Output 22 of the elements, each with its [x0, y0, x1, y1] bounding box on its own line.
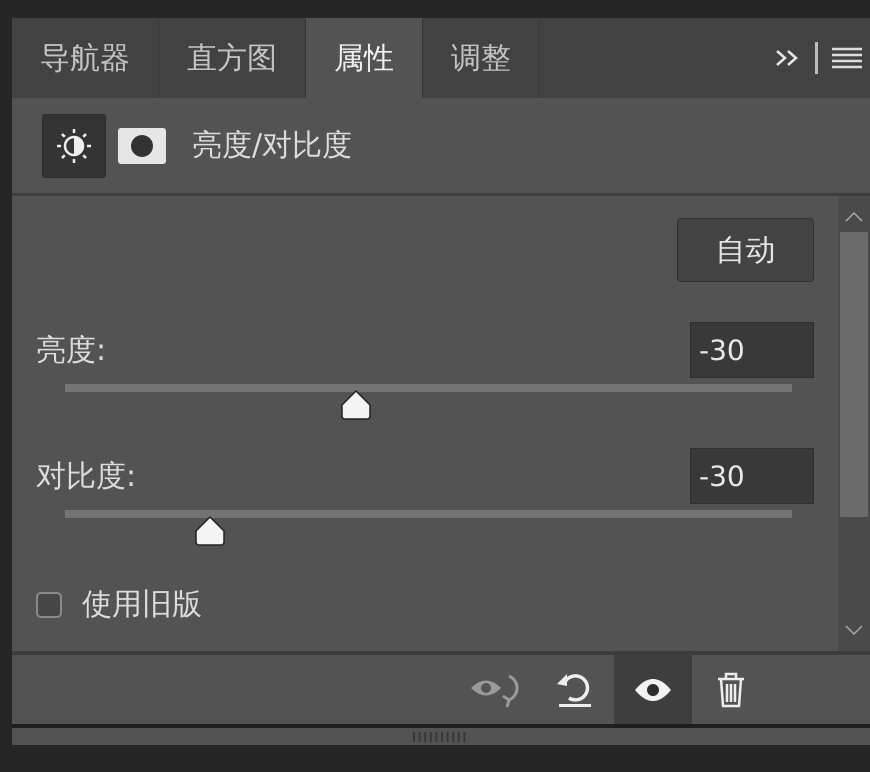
- mask-icon[interactable]: [118, 128, 166, 164]
- visibility-button[interactable]: [614, 655, 692, 724]
- menu-icon[interactable]: [832, 47, 862, 69]
- checkbox[interactable]: [36, 592, 62, 618]
- eye-icon: [634, 676, 672, 702]
- slider-thumb[interactable]: [340, 390, 372, 420]
- slider[interactable]: [65, 384, 792, 422]
- slider-thumb[interactable]: [194, 516, 226, 546]
- auto-button[interactable]: 自动: [677, 218, 814, 282]
- panel-tab[interactable]: 属性: [306, 18, 423, 98]
- value-field[interactable]: -30: [690, 448, 814, 504]
- value-field[interactable]: -30: [690, 322, 814, 378]
- checkbox-label: 使用旧版: [82, 586, 202, 624]
- slider[interactable]: [65, 510, 792, 548]
- scroll-down-icon[interactable]: [844, 623, 864, 637]
- panel-title: 亮度/对比度: [192, 127, 352, 165]
- scroll-up-icon[interactable]: [844, 210, 864, 224]
- slider-label: 对比度:: [36, 458, 136, 496]
- scrollbar-thumb[interactable]: [840, 232, 868, 517]
- slider-label: 亮度:: [36, 332, 106, 370]
- trash-icon: [716, 672, 746, 708]
- brightness-contrast-icon[interactable]: [42, 114, 106, 178]
